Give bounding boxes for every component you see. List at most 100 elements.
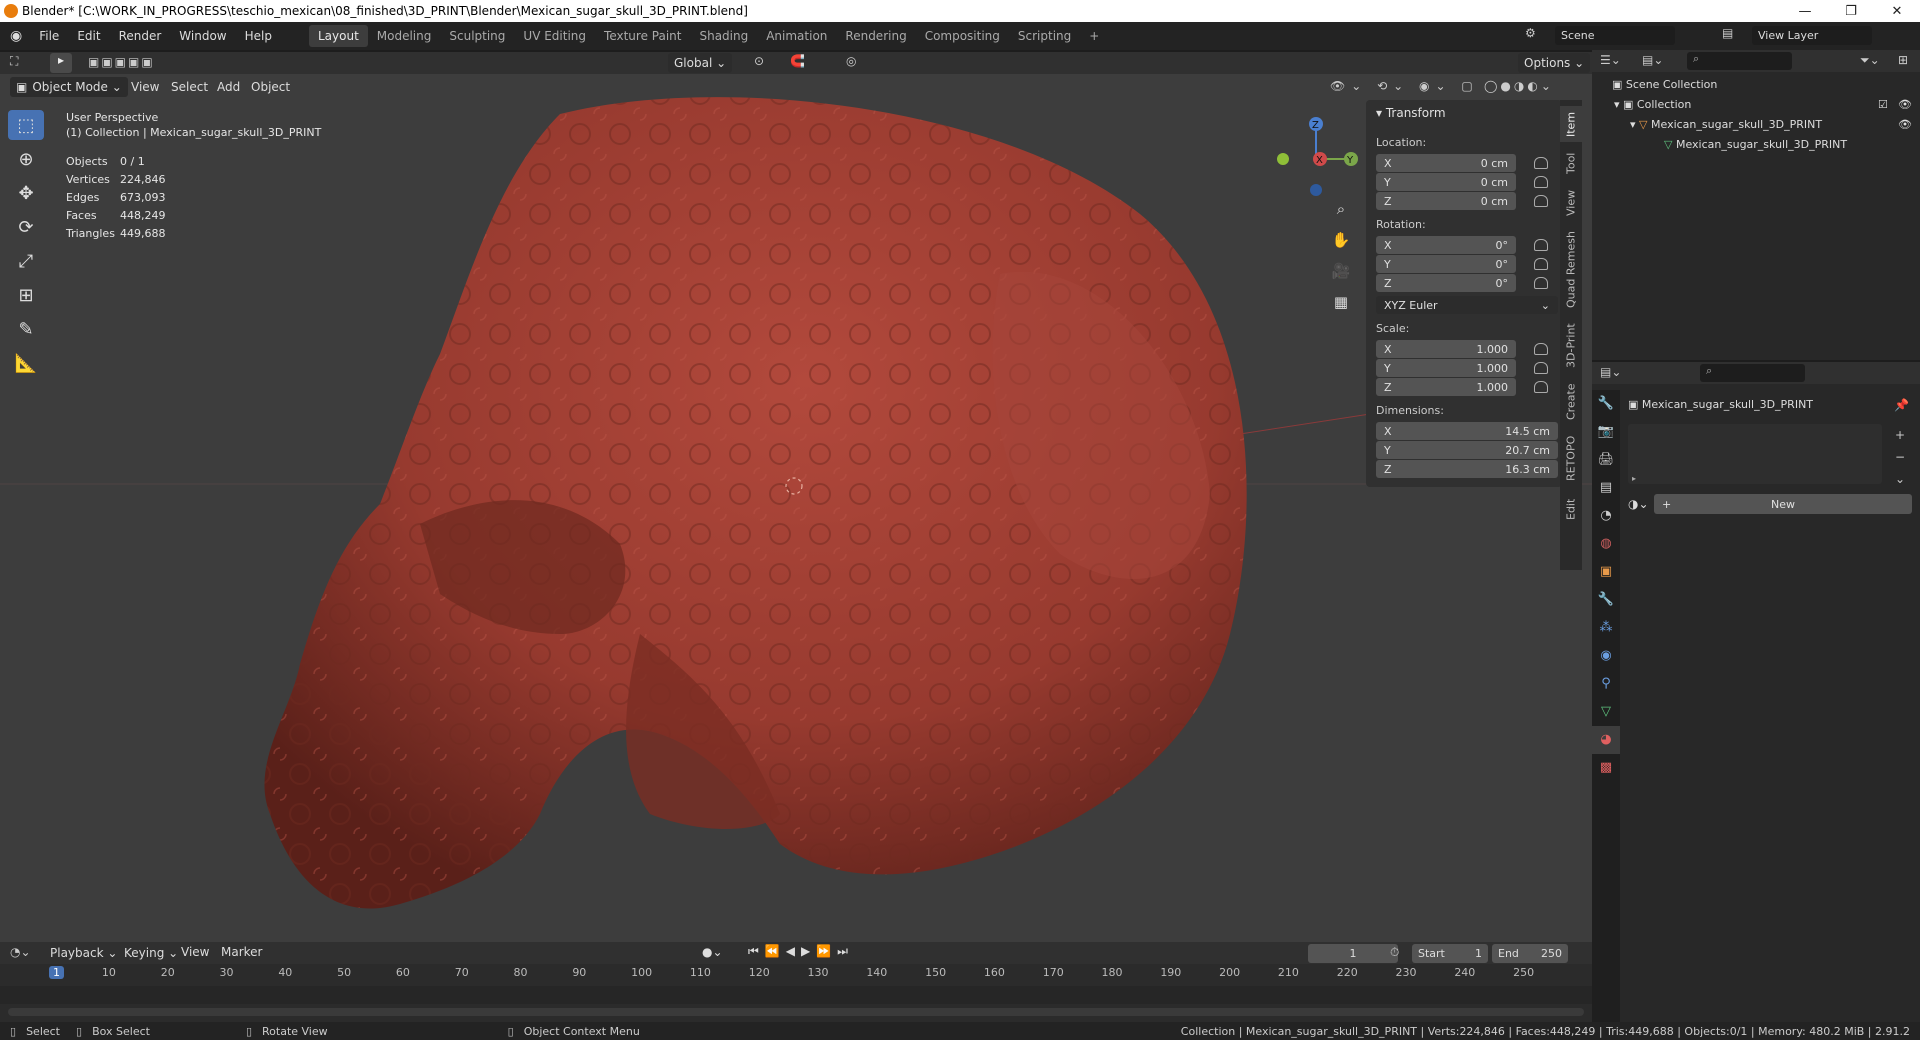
new-collection-icon[interactable]: ⊞ [1898,53,1908,67]
editor-type-icon[interactable]: ⛶ [10,54,18,69]
shading-mode-icons[interactable]: ◯●◑◐⌄ [1484,79,1554,93]
minimize-button[interactable]: — [1782,0,1828,22]
constraints-tab-icon[interactable]: ⚲ [1592,670,1620,698]
close-button[interactable]: ✕ [1874,0,1920,22]
annotate-tool-icon[interactable]: ✎ [8,314,44,344]
viewport-menu-object[interactable]: Object [242,80,299,94]
pivot-icon[interactable]: ⊙ [754,54,764,68]
mode-dropdown[interactable]: ▣ Object Mode ⌄ [10,77,128,97]
view-layer-selector[interactable]: View Layer [1752,26,1872,45]
object-tab-icon[interactable]: ▣ [1592,558,1620,586]
collection-checkbox-icon[interactable]: ☑ [1878,98,1888,111]
tab-shading[interactable]: Shading [690,25,757,47]
select-mode-icons[interactable]: ▣▣▣▣▣ [88,55,155,69]
outliner-item-object[interactable]: ▾ ▽ Mexican_sugar_skull_3D_PRINT [1630,118,1822,131]
tab-layout[interactable]: Layout [308,25,368,47]
visibility-eye-icon[interactable]: 👁 [1898,118,1912,131]
outliner-item-scene-collection[interactable]: ▣ Scene Collection [1612,78,1717,91]
rotation-z-field[interactable]: Z 0° [1376,274,1516,292]
timeline-ruler[interactable]: 1 10 20 30 40 50 60 70 80 90 100 110 120 130 140 150 160… [0,966,1592,986]
cursor-tool-icon[interactable]: ⊕ [8,144,44,174]
scale-y-field[interactable]: Y 1.000 [1376,359,1516,377]
select-box-tool-icon[interactable]: ⬚ [8,110,44,140]
particles-tab-icon[interactable]: ⁂ [1592,614,1620,642]
add-workspace-button[interactable]: + [1080,25,1108,47]
menu-help[interactable]: Help [236,29,281,43]
tab-quad-remesh[interactable]: Quad Remesh [1560,226,1582,314]
lock-icon[interactable] [1534,176,1548,188]
location-z-field[interactable]: Z0 cm [1376,192,1516,210]
options-dropdown[interactable]: Options ⌄ [1518,53,1591,73]
material-tab-icon[interactable]: ◕ [1592,726,1620,754]
add-slot-button[interactable]: + [1892,424,1908,446]
outliner-editor-icon[interactable]: ☰⌄ [1600,53,1621,67]
properties-search-input[interactable]: ⌕ [1700,364,1805,382]
measure-tool-icon[interactable]: 📐 [8,348,44,378]
lock-icon[interactable] [1534,195,1548,207]
playback-menu[interactable]: Playback ⌄ [44,943,123,963]
world-tab-icon[interactable]: ◍ [1592,530,1620,558]
visibility-eye-icon[interactable]: 👁 [1898,98,1912,111]
dimensions-z-field[interactable]: Z 16.3 cm [1376,460,1558,478]
maximize-button[interactable]: ❐ [1828,0,1874,22]
visibility-icons[interactable]: 👁⌄ ⟲⌄ ◉⌄ ▢ [1330,79,1479,93]
clock-icon[interactable]: ⏱ [1390,945,1399,960]
scene-icon[interactable]: ⚙ [1525,26,1549,46]
location-y-field[interactable]: Y0 cm [1376,173,1516,191]
lock-icon[interactable] [1534,277,1548,289]
outliner-item-collection[interactable]: ▾ ▣ Collection [1614,98,1691,111]
scale-z-field[interactable]: Z 1.000 [1376,378,1516,396]
lock-icon[interactable] [1534,381,1548,393]
tab-tool[interactable]: Tool [1560,146,1582,180]
new-material-button[interactable]: + New [1654,494,1912,514]
proportional-edit-icon[interactable]: ◎ [846,54,856,68]
lock-icon[interactable] [1534,362,1548,374]
menu-file[interactable]: File [30,29,68,43]
tab-create[interactable]: Create [1560,378,1582,426]
tab-rendering[interactable]: Rendering [836,25,915,47]
lock-icon[interactable] [1534,258,1548,270]
playback-controls[interactable]: ⏮⏪◀▶⏩⏭ [748,944,854,959]
timeline-scrollbar[interactable] [8,1008,1584,1016]
tab-view[interactable]: View [1560,184,1582,222]
ortho-grid-icon[interactable]: ▦ [1330,287,1352,318]
move-tool-icon[interactable]: ✥ [8,178,44,208]
tab-item[interactable]: Item [1560,106,1582,142]
end-frame-field[interactable]: End 250 [1492,944,1568,963]
slot-specials-button[interactable]: ⌄ [1892,468,1908,490]
outliner-search-input[interactable]: ⌕ [1687,52,1792,70]
camera-view-icon[interactable]: 🎥 [1330,256,1352,287]
render-tab-icon[interactable]: 📷 [1592,418,1620,446]
tab-texture-paint[interactable]: Texture Paint [595,25,690,47]
3d-viewport[interactable]: User Perspective (1) Collection | Mexica… [0,74,1592,942]
start-frame-field[interactable]: Start 1 [1412,944,1488,963]
select-tool-icon[interactable]: ▸ [50,53,72,73]
menu-edit[interactable]: Edit [68,29,109,43]
current-frame-field[interactable]: 1 [1308,944,1398,963]
tab-retopo[interactable]: RETOPO [1560,430,1582,486]
display-mode-icon[interactable]: ▤⌄ [1642,53,1663,67]
tool-settings-tab-icon[interactable]: 🔧 [1592,390,1620,418]
rotation-x-field[interactable]: X 0° [1376,236,1516,254]
scene-tab-icon[interactable]: ◔ [1592,502,1620,530]
output-tab-icon[interactable]: 🖨 [1592,446,1620,474]
blender-menu-icon[interactable]: ◉ [10,28,22,44]
marker-menu[interactable]: Marker [212,945,271,959]
data-tab-icon[interactable]: ▽ [1592,698,1620,726]
scale-x-field[interactable]: X 1.000 [1376,340,1516,358]
tab-compositing[interactable]: Compositing [916,25,1009,47]
remove-slot-button[interactable]: − [1892,446,1908,468]
pan-hand-icon[interactable]: ✋ [1330,225,1352,256]
transform-orientation-dropdown[interactable]: Global ⌄ [668,53,733,73]
transform-panel-title[interactable]: ▾ Transform [1376,106,1446,120]
timeline-editor-icon[interactable]: ◔⌄ [10,945,31,959]
modifier-tab-icon[interactable]: 🔧 [1592,586,1620,614]
tab-scripting[interactable]: Scripting [1009,25,1080,47]
texture-tab-icon[interactable]: ▩ [1592,754,1620,782]
lock-icon[interactable] [1534,343,1548,355]
properties-editor-icon[interactable]: ▤⌄ [1600,365,1621,379]
snap-icon[interactable]: 🧲 [790,54,805,68]
menu-render[interactable]: Render [110,29,171,43]
physics-tab-icon[interactable]: ◉ [1592,642,1620,670]
lock-icon[interactable] [1534,239,1548,251]
